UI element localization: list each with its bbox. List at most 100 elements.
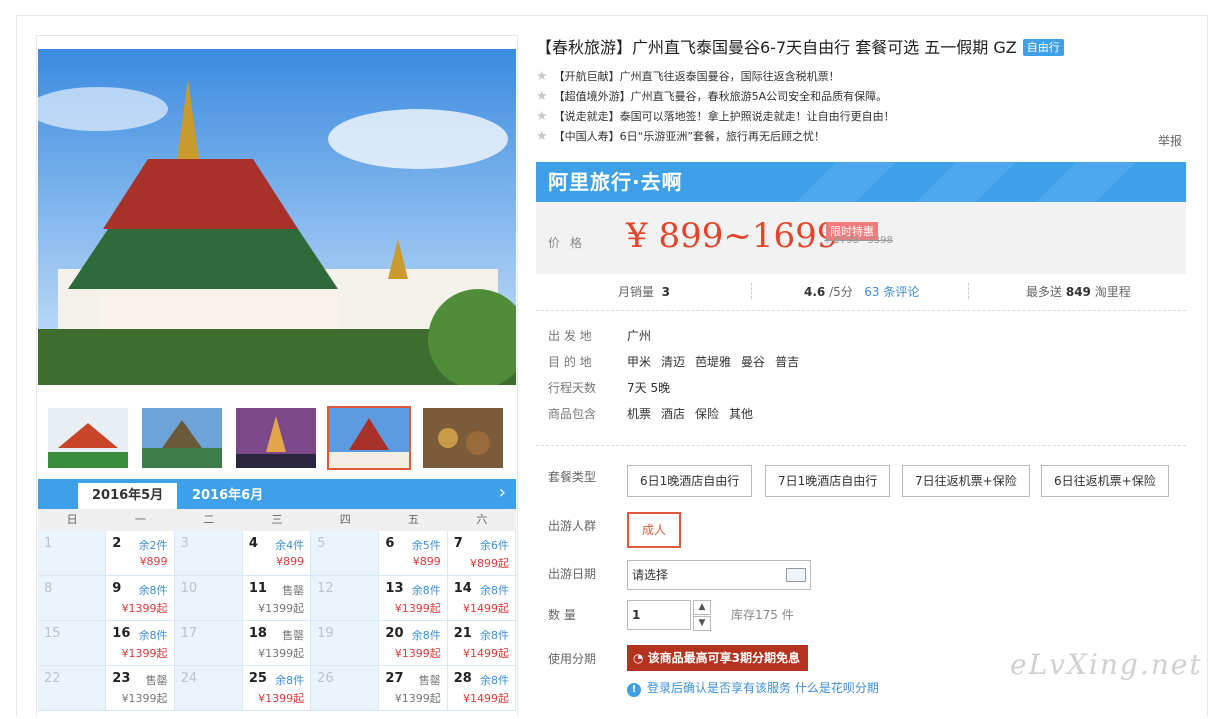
day-number: 2 — [112, 536, 122, 551]
feature-item: ★ 【超值境外游】广州直飞曼谷，春秋旅游5A公司安全和品质有保障。 — [536, 87, 1186, 107]
info-value: 保险 — [695, 407, 720, 421]
increment-button[interactable]: ▲ — [693, 600, 711, 615]
info-row-includes: 商品包含 机票 酒店 保险 其他 — [536, 401, 1186, 427]
brand-name: 阿里旅行·去啊 — [548, 170, 683, 194]
login-tip: ! 登录后确认是否享有该服务 什么是花呗分期 — [627, 679, 879, 697]
day-number: 24 — [180, 671, 198, 686]
day-number: 12 — [317, 581, 334, 596]
stock-status: 余8件 — [479, 629, 509, 642]
quantity-input[interactable]: 1 — [627, 600, 691, 630]
calendar-day-cell[interactable]: 21 余8件 ¥1499起 — [447, 621, 516, 666]
day-number: 15 — [44, 626, 61, 641]
feature-text: 【开航巨献】广州直飞往返泰国曼谷，国际往返含税机票！ — [553, 70, 840, 83]
thumbnail-strip — [37, 404, 517, 476]
calendar-header: 2016年5月 2016年6月 › — [38, 479, 516, 509]
day-number: 9 — [112, 581, 122, 596]
decrement-button[interactable]: ▼ — [693, 616, 711, 631]
stock-status: 余8件 — [275, 674, 305, 687]
stock-status: 余8件 — [479, 584, 509, 597]
calendar-day-cell[interactable]: 16 余8件 ¥1399起 — [106, 621, 175, 666]
thumbnail-1[interactable] — [46, 406, 130, 470]
package-option-1[interactable]: 6日1晚酒店自由行 — [627, 465, 753, 497]
price-label: 价格 — [548, 236, 593, 250]
thumbnail-3[interactable] — [234, 406, 318, 470]
day-number: 5 — [317, 536, 326, 551]
weekday-tue: 二 — [203, 513, 215, 526]
calendar-day-cell[interactable]: 25 余8件 ¥1399起 — [242, 666, 312, 711]
calendar-day-cell: 26 — [311, 666, 380, 711]
stock-status: 余8件 — [138, 584, 168, 597]
day-price: ¥1399起 — [121, 692, 168, 705]
thumbnail-4-selected[interactable] — [327, 406, 411, 470]
huabei-help-link[interactable]: 什么是花呗分期 — [795, 681, 879, 695]
rating-suffix: /5分 — [829, 285, 853, 299]
info-value: 曼谷 — [741, 355, 766, 369]
calendar-day-cell[interactable]: 6 余5件 ¥899 — [379, 531, 448, 576]
package-option-3[interactable]: 7日往返机票+保险 — [902, 465, 1030, 497]
availability-calendar: 2016年5月 2016年6月 › 日 一 二 三 四 五 六 1 2 余2件 ¥89… — [38, 479, 516, 719]
day-number: 14 — [453, 581, 472, 596]
stock-status: 余8件 — [138, 629, 168, 642]
calendar-icon[interactable] — [786, 568, 806, 582]
thumbnail-2[interactable] — [140, 406, 224, 470]
info-value: 其他 — [729, 407, 754, 421]
original-price: ¥ 1798~3398 — [824, 235, 893, 246]
calendar-day-cell[interactable]: 4 余4件 ¥899 — [242, 531, 312, 576]
installment-label: 使用分期 — [548, 652, 597, 666]
login-tip-text[interactable]: 登录后确认是否享有该服务 — [647, 681, 791, 695]
main-photo-temple — [38, 49, 516, 385]
date-placeholder: 请选择 — [632, 568, 669, 582]
type-badge: 自由行 — [1022, 39, 1064, 56]
info-key: 行程天数 — [548, 381, 597, 395]
divider — [968, 283, 970, 299]
calendar-day-cell: 17 — [174, 621, 243, 666]
day-number: 19 — [317, 626, 334, 641]
gallery-panel: 2016年5月 2016年6月 › 日 一 二 三 四 五 六 1 2 余2件 ¥89… — [36, 35, 518, 716]
calendar-day-cell[interactable]: 28 余8件 ¥1499起 — [447, 666, 516, 711]
calendar-day-cell[interactable]: 18 售罄 ¥1399起 — [242, 621, 312, 666]
crowd-option-adult[interactable]: 成人 — [627, 512, 681, 548]
day-number: 17 — [180, 626, 198, 641]
date-picker-input[interactable]: 请选择 — [627, 560, 811, 590]
calendar-day-cell[interactable]: 7 余6件 ¥899起 — [447, 531, 516, 576]
calendar-day-cell: 10 — [174, 576, 243, 621]
product-title-text: 【春秋旅游】广州直飞泰国曼谷6-7天自由行 套餐可选 五一假期 GZ — [536, 38, 1017, 57]
package-option-4[interactable]: 6日往返机票+保险 — [1041, 465, 1169, 497]
stock-status: 售罄 — [282, 629, 305, 642]
calendar-day-cell[interactable]: 20 余8件 ¥1399起 — [379, 621, 448, 666]
day-price: ¥899 — [276, 555, 305, 568]
info-row-departure: 出 发 地 广州 — [536, 323, 1186, 349]
day-price: ¥1399起 — [258, 602, 305, 615]
calendar-day-cell[interactable]: 13 余8件 ¥1399起 — [379, 576, 448, 621]
calendar-day-cell[interactable]: 11 售罄 ¥1399起 — [242, 576, 312, 621]
thumbnail-5[interactable] — [421, 406, 505, 470]
weekday-sat: 六 — [476, 513, 488, 526]
day-number: 21 — [453, 626, 472, 641]
info-icon: ! — [627, 683, 641, 697]
day-number: 16 — [112, 626, 131, 641]
calendar-day-cell[interactable]: 14 余8件 ¥1499起 — [447, 576, 516, 621]
installment-text: 该商品最高可享3期分期免息 — [647, 651, 801, 665]
feature-text: 【中国人寿】6日“乐游亚洲”套餐，旅行再无后顾之忧！ — [553, 130, 826, 143]
calendar-day-cell[interactable]: 2 余2件 ¥899 — [106, 531, 175, 576]
calendar-day-cell: 24 — [174, 666, 243, 711]
star-icon: ★ — [536, 69, 548, 84]
feature-text: 【超值境外游】广州直飞曼谷，春秋旅游5A公司安全和品质有保障。 — [553, 90, 888, 103]
day-number: 11 — [248, 581, 267, 596]
tab-june[interactable]: 2016年6月 — [178, 483, 277, 509]
installment-banner[interactable]: ◔ 该商品最高可享3期分期免息 — [627, 645, 809, 671]
stock-status: 余4件 — [275, 539, 305, 552]
points-value: 849 — [1065, 285, 1091, 299]
calendar-day-cell[interactable]: 23 售罄 ¥1399起 — [106, 666, 175, 711]
weekday-thu: 四 — [339, 513, 351, 526]
chevron-right-icon[interactable]: › — [499, 482, 506, 503]
date-label: 出游日期 — [548, 567, 597, 581]
reviews-link[interactable]: 63 条评论 — [864, 285, 919, 299]
stock-status: 余5件 — [411, 539, 441, 552]
calendar-day-cell[interactable]: 27 售罄 ¥1399起 — [379, 666, 448, 711]
report-link[interactable]: 举报 — [1158, 132, 1182, 149]
package-option-2[interactable]: 7日1晚酒店自由行 — [765, 465, 891, 497]
calendar-day-cell[interactable]: 9 余8件 ¥1399起 — [106, 576, 175, 621]
tab-may[interactable]: 2016年5月 — [78, 483, 178, 509]
product-title: 【春秋旅游】广州直飞泰国曼谷6-7天自由行 套餐可选 五一假期 GZ 自由行 — [536, 35, 1186, 61]
